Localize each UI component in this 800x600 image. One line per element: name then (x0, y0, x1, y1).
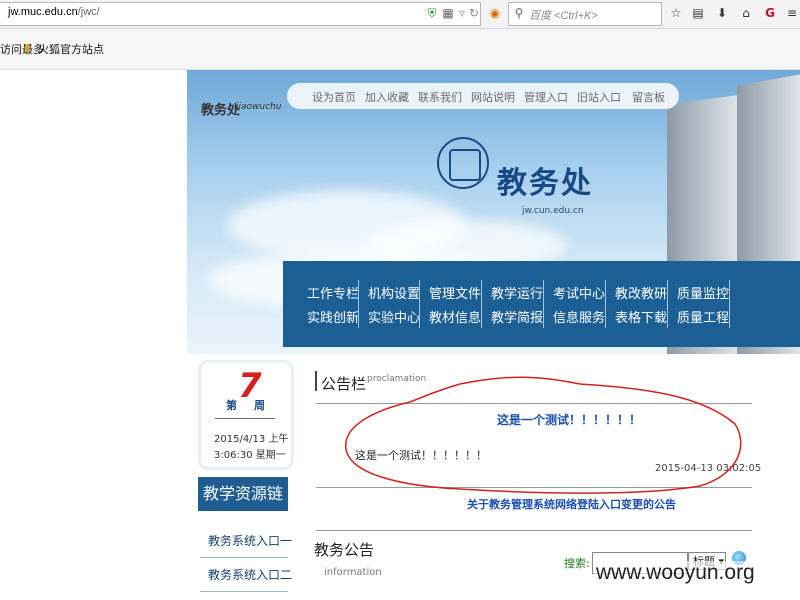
nav-teaching-operation[interactable]: 教学运行 (491, 283, 543, 302)
watermark: www.wooyun.org (594, 561, 757, 585)
search-engine-icon[interactable]: ◉ (488, 6, 502, 20)
nav-work-column[interactable]: 工作专栏 (307, 283, 359, 302)
time-line: 3:06:30 星期一 (214, 450, 286, 461)
link-add-favorite[interactable]: 加入收藏 (365, 89, 409, 105)
week-suffix: 周 (254, 399, 265, 412)
nav-teaching-bulletin[interactable]: 教学简报 (491, 307, 543, 326)
nav-lab-center[interactable]: 实验中心 (368, 307, 420, 326)
notice-link[interactable]: 关于教务管理系统网络登陆入口变更的公告 (467, 496, 676, 512)
nav-practice-innovation[interactable]: 实践创新 (307, 307, 359, 326)
browser-toolbar: jw.muc.edu.cn/jwc/ ⛨ ▦ ▿ ↻ ◉ ⚲ 百度 <Ctrl+… (0, 0, 800, 29)
resource-link-system-2[interactable]: 教务系统入口二 (208, 566, 292, 583)
section-marker (315, 371, 317, 391)
home-icon[interactable]: ⌂ (739, 6, 753, 20)
university-seal-icon (437, 137, 489, 189)
divider (200, 591, 288, 592)
link-set-homepage[interactable]: 设为首页 (312, 89, 356, 105)
nav-quality-project[interactable]: 质量工程 (677, 307, 729, 326)
bookmark-firefox-site[interactable]: 火狐官方站点 (38, 41, 104, 57)
nav-form-download[interactable]: 表格下载 (615, 307, 667, 326)
teaching-notice-title-en: information (324, 567, 382, 578)
annotation-circle (345, 376, 742, 494)
reading-list-icon[interactable]: ▤ (691, 6, 705, 20)
site-logo-url: jw.cun.edu.cn (522, 206, 584, 216)
nav-reform-research[interactable]: 教改教研 (615, 283, 667, 302)
site-logo-text: 教务处 (497, 166, 593, 201)
search-placeholder: 百度 <Ctrl+K> (529, 10, 598, 22)
translate-icon[interactable]: ▦ (441, 6, 455, 20)
divider (316, 530, 752, 531)
top-links: 设为首页 加入收藏 联系我们 网站说明 管理入口 旧站入口 留言板 (287, 83, 679, 109)
shield-icon[interactable]: ⛨ (425, 6, 439, 20)
main-nav: 工作专栏 实践创新 机构设置 实验中心 管理文件 教材信息 教学运行 教学简报 … (283, 261, 800, 347)
link-guestbook[interactable]: 留言板 (632, 89, 665, 105)
resource-link-system-1[interactable]: 教务系统入口一 (208, 532, 292, 549)
brand-name: 教务处 (201, 103, 241, 118)
bookmarks-bar: 访问最多 ▮ 火狐官方站点 (0, 29, 800, 70)
brand-pinyin: jiaowuchu (236, 102, 282, 112)
link-admin-entry[interactable]: 管理入口 (524, 89, 568, 105)
divider (200, 557, 288, 558)
download-icon[interactable]: ⬇ (715, 6, 729, 20)
link-site-info[interactable]: 网站说明 (471, 89, 515, 105)
search-icon: ⚲ (514, 6, 524, 20)
divider (215, 418, 275, 419)
nav-management-docs[interactable]: 管理文件 (429, 283, 481, 302)
folder-icon: ▮ (24, 41, 31, 54)
link-contact-us[interactable]: 联系我们 (418, 89, 462, 105)
nav-exam-center[interactable]: 考试中心 (553, 283, 605, 302)
resources-title: 教学资源链接 (198, 477, 288, 537)
url-field[interactable]: jw.muc.edu.cn/jwc/ (0, 2, 481, 26)
nav-info-service[interactable]: 信息服务 (553, 307, 605, 326)
url-text: jw.muc.edu.cn/jwc/ (8, 6, 100, 18)
bookmark-star-icon[interactable]: ☆ (669, 6, 683, 20)
teaching-notice-title: 教务公告 (314, 541, 375, 559)
search-bar[interactable]: ⚲ 百度 <Ctrl+K> (508, 2, 662, 26)
week-prefix: 第 (226, 399, 237, 412)
menu-icon[interactable]: ≡ (785, 6, 799, 20)
search-label: 搜索: (564, 557, 590, 570)
nav-organization[interactable]: 机构设置 (368, 283, 420, 302)
reload-icon[interactable]: ↻ (467, 6, 481, 20)
date-line: 2015/4/13 上午 (214, 434, 289, 445)
gmail-icon[interactable]: G (763, 6, 777, 20)
link-old-site[interactable]: 旧站入口 (577, 89, 621, 105)
nav-textbook-info[interactable]: 教材信息 (429, 307, 481, 326)
nav-quality-monitor[interactable]: 质量监控 (677, 283, 729, 302)
